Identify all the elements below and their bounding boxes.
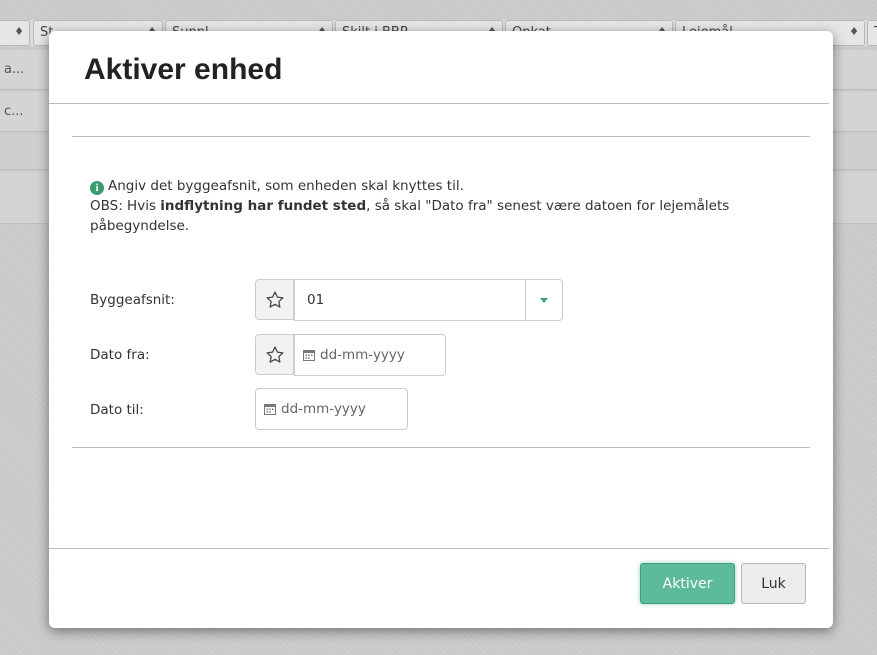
section-divider-bottom — [72, 447, 810, 448]
aktiver-button[interactable]: Aktiver — [640, 563, 735, 604]
modal-title: Aktiver enhed — [84, 53, 283, 86]
activate-unit-dialog: Aktiver enhed i Angiv det byggeafsnit, so… — [49, 31, 833, 628]
favorite-star-button[interactable] — [255, 334, 294, 375]
star-icon — [265, 345, 284, 363]
dato-fra-input[interactable]: dd-mm-yyyy — [294, 334, 446, 376]
header-divider — [49, 103, 829, 104]
info-text: i Angiv det byggeafsnit, som enheden skal… — [90, 178, 730, 234]
luk-button[interactable]: Luk — [741, 563, 806, 604]
info-icon: i — [90, 181, 104, 195]
sort-icon: ♦ — [14, 25, 24, 38]
dato-til-placeholder: dd-mm-yyyy — [281, 401, 366, 417]
caret-down-icon — [540, 297, 548, 303]
star-icon — [265, 290, 284, 308]
dato-til-input[interactable]: dd-mm-yyyy — [255, 388, 408, 430]
dato-fra-placeholder: dd-mm-yyyy — [320, 347, 405, 363]
byggeafsnit-label: Byggeafsnit: — [90, 292, 175, 308]
table-header-col: ♦ — [0, 20, 30, 46]
byggeafsnit-select[interactable]: 01 — [294, 279, 563, 321]
favorite-star-button[interactable] — [255, 279, 294, 320]
section-divider-top — [72, 136, 810, 137]
dropdown-arrow-button[interactable] — [525, 280, 562, 320]
byggeafsnit-value: 01 — [307, 292, 325, 308]
footer-divider — [49, 548, 829, 549]
sort-icon: ♦ — [849, 25, 859, 38]
dato-til-label: Dato til: — [90, 402, 144, 418]
calendar-icon — [264, 403, 276, 415]
table-header-col: T — [867, 20, 877, 46]
calendar-icon — [303, 349, 315, 361]
dato-fra-label: Dato fra: — [90, 347, 150, 363]
